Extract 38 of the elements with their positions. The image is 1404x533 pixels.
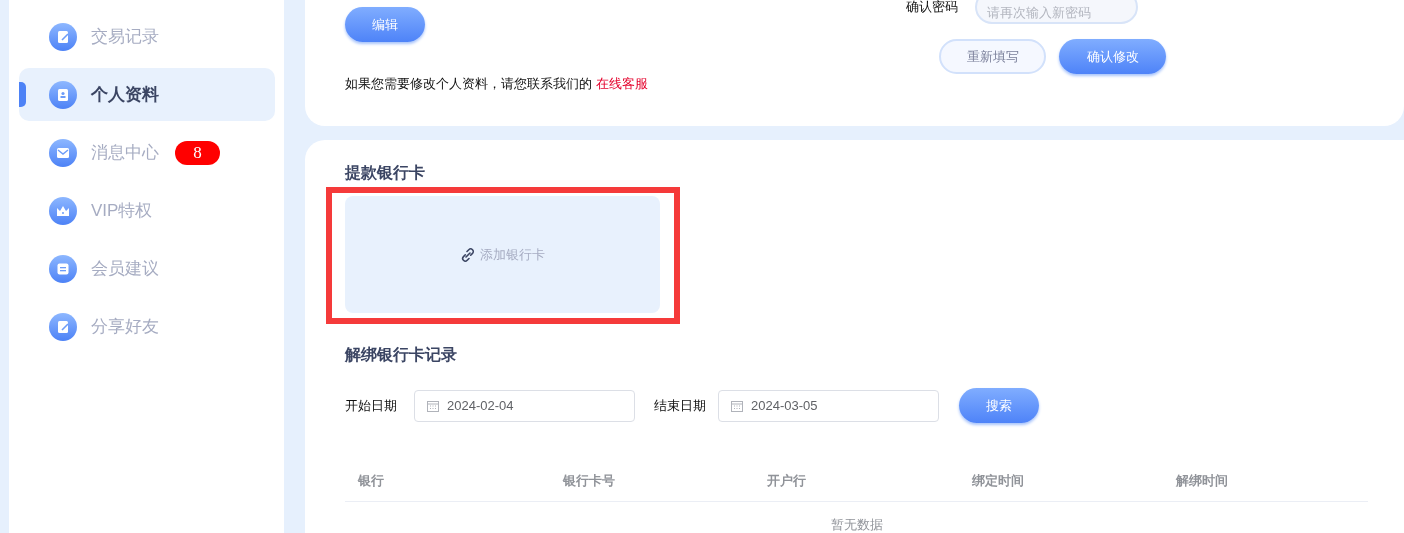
add-card-button[interactable]: 添加银行卡 — [345, 196, 660, 313]
sidebar-item[interactable]: 分享好友 — [19, 300, 275, 353]
customer-service-link[interactable]: 在线客服 — [595, 76, 648, 91]
notice-text: 如果您需要修改个人资料，请您联系我们的 在线客服 — [345, 75, 649, 93]
password-field[interactable]: 请再次输入新密码 — [975, 0, 1138, 24]
envelope-icon — [49, 138, 77, 167]
column-header: 银行卡号 — [561, 472, 616, 490]
empty-state-text: 暂无数据 — [830, 517, 883, 532]
sidebar-item[interactable]: 交易记录 — [19, 10, 275, 63]
reset-button[interactable]: 重新填写 — [939, 39, 1046, 74]
sidebar-item[interactable]: VIP特权 — [19, 184, 275, 237]
section-title: 提款银行卡 — [345, 163, 426, 183]
crown-icon — [49, 196, 77, 225]
note-icon — [49, 22, 77, 51]
confirm-button[interactable]: 确认修改 — [1059, 39, 1166, 74]
column-header: 解绑时间 — [1175, 472, 1230, 490]
calendar-icon — [731, 399, 743, 412]
calendar-icon — [427, 399, 439, 412]
field-label: 确认密码 — [906, 0, 959, 16]
sidebar-item[interactable]: 会员建议 — [19, 242, 275, 295]
date-field[interactable]: 2024-02-04 — [414, 389, 635, 422]
field-label: 结束日期 — [654, 396, 706, 415]
link-icon — [460, 246, 476, 263]
id-card-icon — [49, 80, 77, 109]
date-field[interactable]: 2024-03-05 — [718, 389, 939, 422]
section-title: 解绑银行卡记录 — [345, 345, 458, 365]
note-icon — [49, 312, 77, 341]
unread-count-badge: 8 — [175, 140, 220, 165]
message-icon — [49, 254, 77, 283]
sidebar-item[interactable]: 个人资料 — [19, 68, 275, 121]
active-indicator — [19, 82, 26, 107]
column-header: 银行 — [356, 472, 385, 490]
field-label: 开始日期 — [345, 396, 397, 415]
column-header: 开户行 — [766, 472, 808, 490]
search-button[interactable]: 搜索 — [959, 388, 1039, 423]
column-header: 绑定时间 — [970, 472, 1025, 490]
sidebar-item[interactable]: 消息中心 8 — [19, 126, 275, 179]
edit-button[interactable]: 编辑 — [345, 7, 425, 42]
